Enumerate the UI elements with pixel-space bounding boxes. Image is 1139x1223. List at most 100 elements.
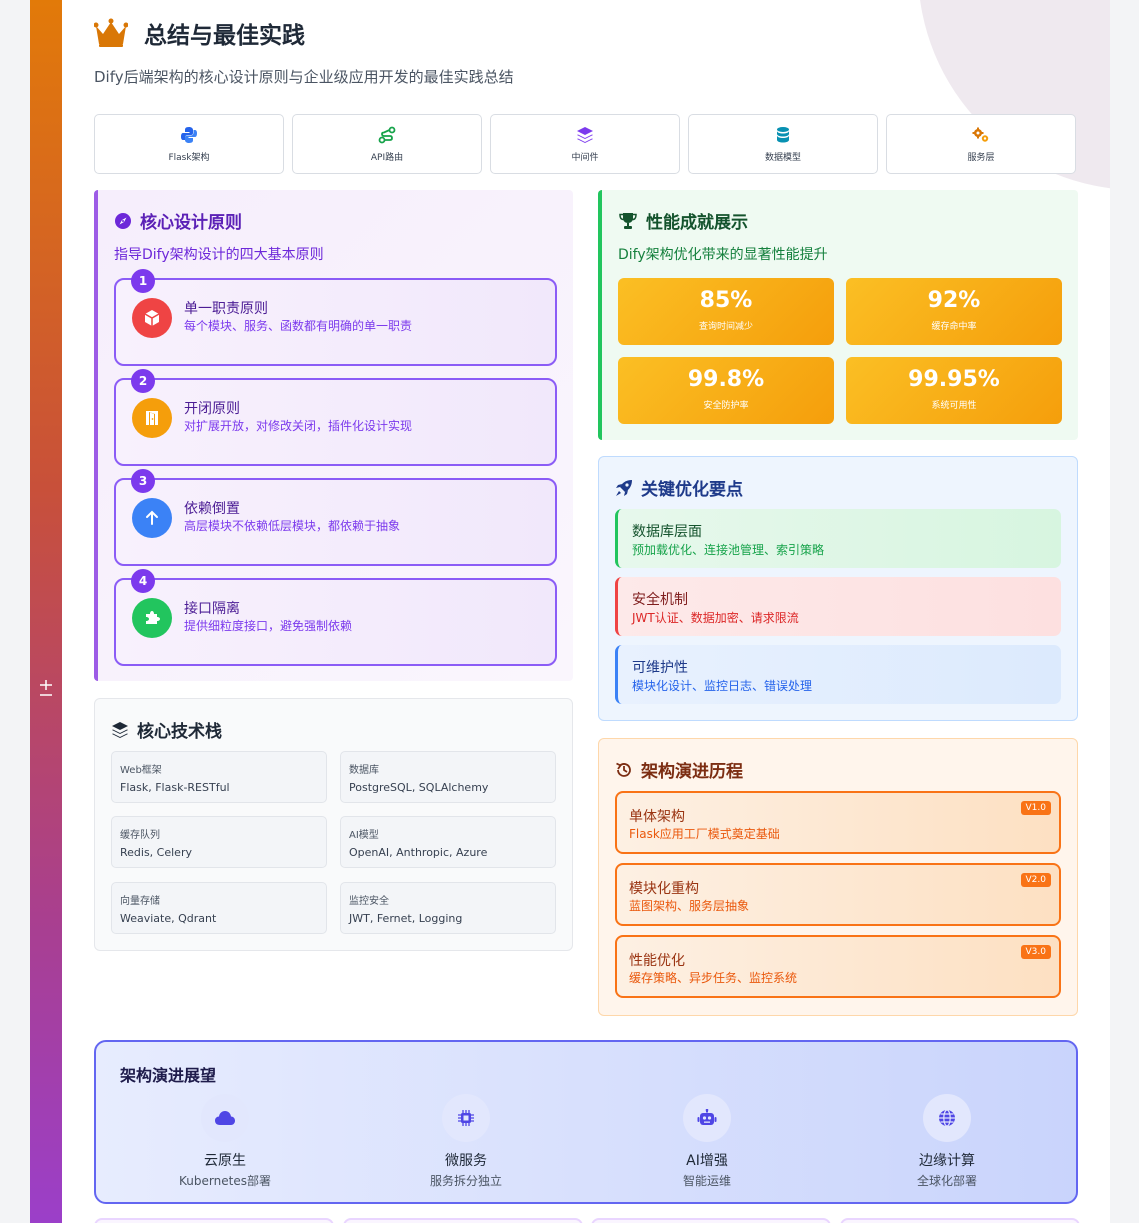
stage-title: 单体架构: [629, 809, 685, 825]
tech-stack-title: 核心技术栈: [137, 722, 222, 742]
nav-pill-label: Flask架构: [168, 152, 210, 163]
cube-icon: [132, 298, 172, 338]
tech-stack-card: 核心技术栈 Web框架 Flask, Flask-RESTful 数据库 Pos…: [94, 698, 573, 951]
principle-title: 单一职责原则: [184, 301, 268, 317]
performance-title: 性能成就展示: [646, 213, 748, 233]
nav-pill-label: API路由: [370, 152, 404, 163]
stage-desc: 蓝图架构、服务层抽象: [629, 899, 750, 913]
principle-number: 4: [131, 569, 155, 593]
version-badge: V2.0: [1020, 873, 1051, 887]
outlook-item-desc: 智能运维: [682, 1174, 731, 1188]
key-point-title: 数据库层面: [632, 524, 702, 540]
principle-title: 接口隔离: [184, 601, 240, 617]
tech-key: 数据库: [349, 765, 379, 776]
stat-label: 查询时间减少: [698, 322, 753, 332]
principles-heading: 核心设计原则: [114, 208, 242, 233]
left-accent-bar: [30, 0, 62, 1223]
stat-value: 99.95%: [908, 367, 1000, 392]
layers-icon: [112, 721, 128, 738]
principle-number: 2: [131, 369, 155, 393]
outlook-item-title: 微服务: [445, 1153, 487, 1169]
principle-desc: 高层模块不依赖低层模块，都依赖于抽象: [184, 519, 401, 533]
outlook-item: 微服务 服务拆分独立: [396, 1094, 536, 1189]
stage-desc: 缓存策略、异步任务、监控系统: [629, 971, 798, 985]
nav-pill-data-model[interactable]: 数据模型: [688, 114, 878, 174]
history-icon: [616, 762, 631, 777]
next-card-partial: [591, 1218, 831, 1223]
evolution-title: 架构演进历程: [641, 762, 743, 782]
tech-item: AI模型 OpenAI, Anthropic, Azure: [340, 816, 556, 868]
evolution-stage: 模块化重构 蓝图架构、服务层抽象 V2.0: [615, 863, 1061, 926]
nav-pill-service-layer[interactable]: 服务层: [886, 114, 1076, 174]
tech-value: JWT, Fernet, Logging: [349, 912, 463, 925]
key-points-heading: 关键优化要点: [615, 475, 743, 500]
stat-label: 系统可用性: [931, 401, 977, 411]
outlook-item-title: 云原生: [204, 1153, 246, 1169]
robot-icon: [683, 1094, 731, 1142]
tech-value: OpenAI, Anthropic, Azure: [349, 846, 488, 859]
page-title: 总结与最佳实践: [144, 23, 305, 49]
outlook-item-title: AI增强: [686, 1153, 728, 1169]
tech-key: Web框架: [120, 765, 162, 776]
outlook-item-title: 边缘计算: [919, 1153, 975, 1169]
tech-item: Web框架 Flask, Flask-RESTful: [111, 751, 327, 803]
stat-tile: 99.8% 安全防护率: [618, 357, 834, 424]
layers-icon: [577, 126, 593, 143]
globe-icon: [923, 1094, 971, 1142]
nav-pill-label: 数据模型: [764, 152, 801, 163]
topic-nav: Flask架构 API路由 中间件 数据模型 服务层: [94, 114, 1076, 174]
key-point-title: 安全机制: [632, 592, 688, 608]
principles-title: 核心设计原则: [140, 213, 242, 233]
principle-desc: 对扩展开放，对修改关闭，插件化设计实现: [184, 419, 413, 433]
key-point-desc: 预加载优化、连接池管理、索引策略: [632, 543, 825, 557]
stat-value: 85%: [699, 288, 753, 313]
gears-icon: [972, 127, 989, 142]
performance-subtitle: Dify架构优化带来的显著性能提升: [618, 247, 828, 263]
route-icon: [378, 126, 396, 143]
stage-desc: Flask应用工厂模式奠定基础: [629, 827, 780, 841]
nav-pill-flask[interactable]: Flask架构: [94, 114, 284, 174]
principle-title: 开闭原则: [184, 401, 240, 417]
evolution-heading: 架构演进历程: [615, 757, 743, 782]
plus-minus-icon[interactable]: [30, 678, 62, 705]
principle-item: 1 单一职责原则 每个模块、服务、函数都有明确的单一职责: [114, 269, 557, 366]
chip-icon: [442, 1094, 490, 1142]
principles-subtitle: 指导Dify架构设计的四大基本原则: [114, 247, 324, 263]
page-subtitle: Dify后端架构的核心设计原则与企业级应用开发的最佳实践总结: [94, 68, 514, 86]
next-card-partial: [343, 1218, 583, 1223]
principles-card: 核心设计原则 指导Dify架构设计的四大基本原则 1 单一职责原则 每个模块、服…: [94, 190, 573, 681]
tech-key: AI模型: [349, 830, 379, 841]
slide-page: 总结与最佳实践 Dify后端架构的核心设计原则与企业级应用开发的最佳实践总结 F…: [30, 0, 1110, 1223]
evolution-stage: 性能优化 缓存策略、异步任务、监控系统 V3.0: [615, 935, 1061, 998]
version-badge: V3.0: [1020, 945, 1051, 959]
stage-title: 性能优化: [629, 953, 685, 969]
principle-item: 4 接口隔离 提供细粒度接口，避免强制依赖: [114, 569, 557, 666]
stat-tile: 85% 查询时间减少: [618, 278, 834, 345]
puzzle-icon: [132, 598, 172, 638]
key-point-item: 数据库层面 预加载优化、连接池管理、索引策略: [615, 509, 1061, 568]
evolution-card: 架构演进历程 单体架构 Flask应用工厂模式奠定基础 V1.0 模块化重构 蓝…: [598, 738, 1078, 1016]
cloud-icon: [201, 1094, 249, 1142]
nav-pill-api-route[interactable]: API路由: [292, 114, 482, 174]
page-header: 总结与最佳实践: [94, 16, 305, 50]
stat-tile: 92% 缓存命中率: [846, 278, 1062, 345]
evolution-stage: 单体架构 Flask应用工厂模式奠定基础 V1.0: [615, 791, 1061, 854]
key-point-item: 安全机制 JWT认证、数据加密、请求限流: [615, 577, 1061, 636]
key-point-desc: 模块化设计、监控日志、错误处理: [632, 679, 813, 693]
outlook-item-desc: 全球化部署: [916, 1174, 977, 1188]
arrow-up-icon: [132, 498, 172, 538]
outlook-item: 云原生 Kubernetes部署: [155, 1094, 295, 1189]
principle-item: 3 依赖倒置 高层模块不依赖低层模块，都依赖于抽象: [114, 469, 557, 566]
tech-item: 向量存储 Weaviate, Qdrant: [111, 882, 327, 934]
key-points-title: 关键优化要点: [641, 480, 743, 500]
crown-icon: [94, 18, 128, 47]
stat-value: 99.8%: [687, 367, 765, 392]
performance-heading: 性能成就展示: [618, 208, 748, 233]
key-point-desc: JWT认证、数据加密、请求限流: [632, 611, 799, 625]
python-icon: [181, 126, 197, 143]
principle-desc: 提供细粒度接口，避免强制依赖: [184, 619, 353, 633]
tech-item: 缓存队列 Redis, Celery: [111, 816, 327, 868]
tech-value: Weaviate, Qdrant: [120, 912, 217, 925]
outlook-title: 架构演进展望: [120, 1066, 217, 1085]
nav-pill-middleware[interactable]: 中间件: [490, 114, 680, 174]
